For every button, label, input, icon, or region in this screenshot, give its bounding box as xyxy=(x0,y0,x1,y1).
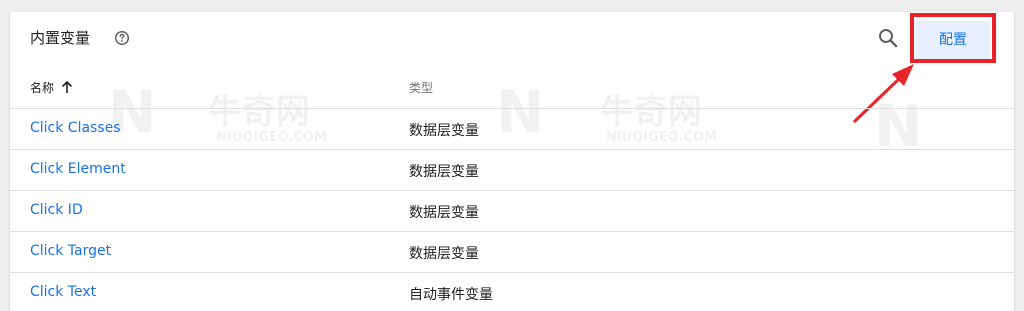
sort-ascending-icon[interactable] xyxy=(60,80,74,94)
search-icon[interactable] xyxy=(877,27,899,49)
variable-type: 数据层变量 xyxy=(409,164,479,180)
variable-type: 数据层变量 xyxy=(409,246,479,262)
table-row: Click Text 自动事件变量 xyxy=(10,272,1014,311)
help-icon[interactable] xyxy=(114,30,130,46)
variable-name-link[interactable]: Click Target xyxy=(30,243,111,259)
column-header-name[interactable]: 名称 xyxy=(30,80,54,96)
config-button[interactable]: 配置 xyxy=(916,21,990,59)
column-header-type: 类型 xyxy=(409,81,434,95)
variable-type: 数据层变量 xyxy=(409,123,479,139)
variable-name-link[interactable]: Click Text xyxy=(30,284,96,300)
variable-name-link[interactable]: Click Element xyxy=(30,161,126,177)
variable-type: 数据层变量 xyxy=(409,205,479,221)
variables-table: Click Classes 数据层变量 Click Element 数据层变量 … xyxy=(10,108,1014,311)
variable-name-link[interactable]: Click ID xyxy=(30,202,83,218)
built-in-variables-card: N 牛奇网 NIUQIGEO.COM N 牛奇网 NIUQIGEO.COM N … xyxy=(10,12,1014,311)
table-row: Click ID 数据层变量 xyxy=(10,190,1014,231)
variable-type: 自动事件变量 xyxy=(409,287,493,303)
table-row: Click Target 数据层变量 xyxy=(10,231,1014,272)
table-row: Click Element 数据层变量 xyxy=(10,149,1014,190)
page-title: 内置变量 xyxy=(30,29,91,47)
variable-name-link[interactable]: Click Classes xyxy=(30,120,121,136)
table-row: Click Classes 数据层变量 xyxy=(10,108,1014,149)
